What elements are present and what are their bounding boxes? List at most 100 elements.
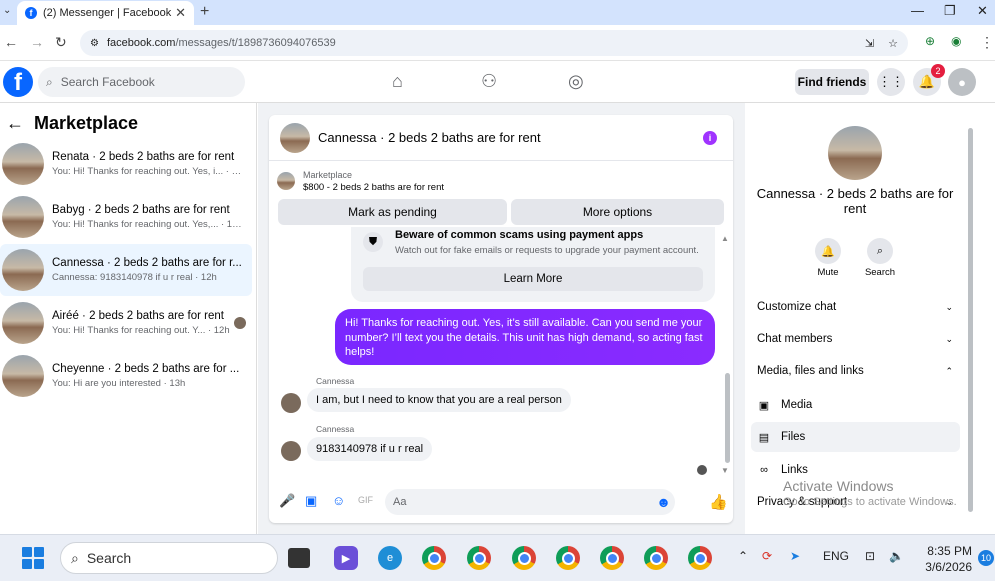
chat-avatar[interactable] (280, 122, 310, 153)
media-item[interactable]: ▣ Media (751, 390, 960, 420)
sync-icon[interactable]: ⟳ (762, 549, 772, 563)
facebook-favicon-icon: f (25, 7, 37, 19)
conversation-title: Airéé · 2 beds 2 baths are for rent (52, 310, 224, 322)
image-icon[interactable]: ▣ (305, 493, 317, 509)
taskbar-clock[interactable]: 8:35 PM 3/6/2026 (916, 543, 972, 575)
menu-kebab-icon[interactable]: ⋮ (980, 34, 994, 51)
files-item[interactable]: ▤ Files (751, 422, 960, 452)
info-panel-scrollbar[interactable] (968, 128, 973, 512)
chrome-profile-icon[interactable] (688, 546, 712, 570)
chat-title[interactable]: Cannessa · 2 beds 2 baths are for rent (318, 130, 541, 145)
conversation-info-panel: Cannessa · 2 beds 2 baths are for rent 🔔… (745, 115, 965, 523)
minimize-icon[interactable]: — (911, 3, 924, 18)
more-options-button[interactable]: More options (511, 199, 724, 225)
avatar[interactable] (281, 441, 301, 461)
facebook-search-input[interactable]: ⌕ Search Facebook (38, 67, 245, 97)
home-icon[interactable]: ⌂ (392, 71, 403, 92)
like-thumbs-up-icon[interactable]: 👍 (709, 493, 728, 511)
outgoing-message[interactable]: Hi! Thanks for reaching out. Yes, it’s s… (335, 309, 715, 365)
mute-bell-icon[interactable]: 🔔 (815, 238, 841, 264)
windows-taskbar: ⌕ Search ▶ e ⌃ ⟳ ➤ ENG ⊡ 🔈 8:35 PM 3/6/2… (0, 534, 995, 581)
conversation-preview: Cannessa: 9183140978 if u r real · 12h (52, 272, 217, 283)
seen-avatar (234, 317, 246, 329)
extension-icon[interactable]: ⊕ (925, 34, 935, 48)
customize-chat-row[interactable]: Customize chat ⌄ (757, 301, 953, 313)
volume-icon[interactable]: 🔈 (889, 549, 904, 563)
chevron-down-icon: ⌄ (945, 333, 953, 344)
info-icon[interactable]: i (703, 131, 717, 145)
windows-start-icon[interactable] (22, 547, 44, 569)
close-window-icon[interactable]: ✕ (977, 3, 988, 19)
sidebar-header: ← Marketplace (6, 113, 138, 134)
chat-members-row[interactable]: Chat members ⌄ (757, 333, 953, 345)
conversation-item[interactable]: Renata · 2 beds 2 baths are for rent You:… (0, 138, 252, 190)
incoming-message[interactable]: I am, but I need to know that you are a … (307, 388, 571, 412)
incoming-message[interactable]: 9183140978 if u r real (307, 437, 433, 461)
emoji-icon[interactable]: ☻ (656, 494, 671, 510)
conversation-item[interactable]: Babyg · 2 beds 2 baths are for rent You: … (0, 191, 252, 243)
search-icon: ⌕ (71, 549, 79, 566)
language-indicator[interactable]: ENG (823, 549, 849, 563)
chrome-profile-icon[interactable] (556, 546, 580, 570)
friends-icon[interactable]: ⚇ (481, 71, 497, 92)
chrome-profile-icon[interactable] (600, 546, 624, 570)
install-icon[interactable]: ⇲ (865, 37, 874, 50)
taskbar-search-input[interactable]: ⌕ Search (60, 542, 278, 574)
customize-chat-label: Customize chat (757, 301, 837, 313)
chrome-app-icon[interactable] (422, 546, 446, 570)
tab-close-icon[interactable]: ✕ (175, 5, 186, 21)
meet-app-icon[interactable]: ▶ (334, 546, 358, 570)
files-label: Files (781, 431, 806, 443)
sticker-icon[interactable]: ☺ (332, 493, 345, 508)
chevron-up-icon: ⌃ (945, 365, 953, 376)
back-icon[interactable]: ← (4, 34, 18, 50)
chat-members-label: Chat members (757, 333, 833, 345)
edge-browser-icon[interactable]: e (378, 546, 402, 570)
send-icon[interactable]: ➤ (790, 549, 800, 563)
new-tab-icon[interactable]: + (200, 3, 209, 21)
site-info-icon[interactable]: ⚙ (90, 38, 99, 49)
chrome-profile-icon[interactable] (512, 546, 536, 570)
scroll-down-icon[interactable]: ▼ (721, 466, 729, 475)
microphone-icon[interactable]: 🎤 (279, 493, 295, 509)
chrome-profile-icon[interactable] (467, 546, 491, 570)
mark-as-pending-button[interactable]: Mark as pending (278, 199, 507, 225)
learn-more-button[interactable]: Learn More (363, 267, 703, 291)
forward-icon[interactable]: → (30, 34, 44, 50)
maximize-icon[interactable]: ❐ (944, 3, 956, 19)
gif-icon[interactable]: GIF (358, 495, 373, 505)
conversation-item[interactable]: Cannessa · 2 beds 2 baths are for r... Ca… (0, 244, 252, 296)
back-arrow-icon[interactable]: ← (6, 113, 24, 134)
task-view-icon[interactable] (288, 548, 310, 568)
notification-center-badge[interactable]: 10 (978, 550, 994, 566)
url-field[interactable]: ⚙ facebook.com/messages/t/18987360940765… (80, 30, 908, 56)
conversation-photo[interactable] (828, 126, 882, 180)
reload-icon[interactable]: ↻ (55, 34, 67, 51)
profile-icon[interactable]: ◉ (951, 34, 961, 48)
conversation-text: Cheyenne · 2 beds 2 baths are for ... You… (52, 363, 242, 389)
listing-thumbnail (277, 172, 295, 190)
show-hidden-icons-icon[interactable]: ⌃ (738, 549, 748, 563)
browser-tab[interactable]: f (2) Messenger | Facebook ✕ (17, 1, 194, 25)
avatar[interactable] (281, 393, 301, 413)
facebook-logo-icon[interactable]: f (3, 67, 33, 97)
scroll-up-icon[interactable]: ▲ (721, 234, 729, 243)
account-avatar[interactable]: ● (948, 68, 976, 96)
activate-windows-text: Go to Settings to activate Windows. (783, 496, 957, 508)
conversation-item[interactable]: Cheyenne · 2 beds 2 baths are for ... You… (0, 350, 252, 402)
conversation-text: Airéé · 2 beds 2 baths are for rent You: … (52, 310, 242, 336)
media-files-links-row[interactable]: Media, files and links ⌃ (757, 365, 953, 377)
network-icon[interactable]: ⊡ (865, 549, 875, 563)
bookmark-star-icon[interactable]: ☆ (888, 37, 898, 50)
message-input[interactable]: Aa ☻ (385, 489, 675, 515)
groups-icon[interactable]: ◎ (568, 71, 584, 92)
conversation-item[interactable]: Airéé · 2 beds 2 baths are for rent You: … (0, 297, 252, 349)
search-icon[interactable]: ⌕ (867, 238, 893, 264)
file-icon: ▤ (758, 431, 770, 444)
chat-scrollbar[interactable] (725, 373, 730, 463)
marketplace-listing-bar[interactable]: Marketplace $800 - 2 beds 2 baths are fo… (269, 165, 733, 197)
chrome-profile-active-icon[interactable] (644, 546, 668, 570)
menu-grid-icon[interactable]: ⋮⋮ (877, 68, 905, 96)
find-friends-button[interactable]: Find friends (795, 69, 869, 95)
tab-list-icon[interactable]: ⌄ (3, 5, 11, 16)
